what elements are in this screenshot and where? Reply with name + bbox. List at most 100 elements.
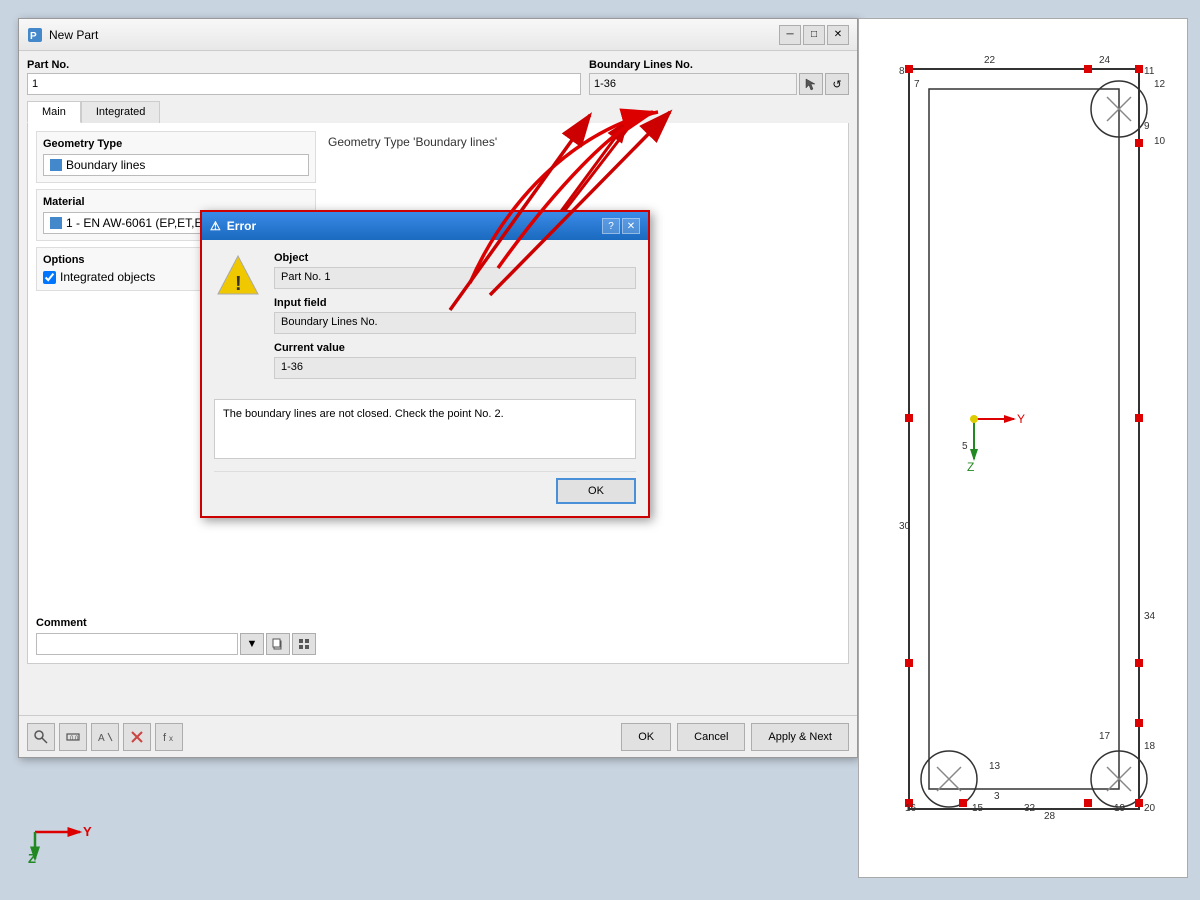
tab-main[interactable]: Main [27,101,81,123]
dialog-title: New Part [49,28,98,42]
copy-icon [272,638,284,650]
material-color [50,217,62,229]
error-ok-button[interactable]: OK [556,478,636,504]
svg-text:P: P [30,31,37,42]
close-button[interactable]: ✕ [827,25,849,45]
object-value: Part No. 1 [274,267,636,289]
geometry-type-title: Geometry Type [43,138,309,150]
svg-text:18: 18 [1144,741,1156,752]
titlebar-left: P New Part [27,27,98,43]
svg-text:19: 19 [1114,803,1126,814]
tab-integrated[interactable]: Integrated [81,101,161,123]
error-fields: Object Part No. 1 Input field Boundary L… [274,252,636,387]
search-icon [33,729,49,745]
svg-text:20: 20 [1144,803,1156,814]
svg-text:8: 8 [899,66,905,77]
bottom-axis: Y Z [20,797,100,870]
maximize-button[interactable]: □ [803,25,825,45]
svg-text:!: ! [235,273,242,295]
apply-next-button[interactable]: Apply & Next [751,723,849,751]
error-titlebar: ⚠ Error ? ✕ [202,212,648,240]
error-body: ! Object Part No. 1 Input field Boundary… [202,240,648,516]
cancel-button[interactable]: Cancel [677,723,745,751]
top-fields: Part No. Boundary Lines No. ↺ [27,59,849,95]
geometry-type-value: Boundary lines [43,154,309,176]
boundary-input-row: ↺ [589,73,849,95]
titlebar-controls: ─ □ ✕ [779,25,849,45]
geometry-type-section: Geometry Type Boundary lines [36,131,316,183]
boundary-label: Boundary Lines No. [589,59,849,71]
part-no-label: Part No. [27,59,581,71]
svg-text:15: 15 [972,803,984,814]
svg-text:9: 9 [1144,121,1150,132]
error-help-btn[interactable]: ? [602,218,620,234]
delete-toolbar-btn[interactable] [123,723,151,751]
dimension-toolbar-btn[interactable]: A [91,723,119,751]
svg-text:Z: Z [967,460,974,474]
part-no-input[interactable] [27,73,581,95]
svg-text:11: 11 [1144,66,1155,77]
measure-toolbar-btn[interactable]: 0.0 [59,723,87,751]
bottom-toolbar: 0.0 A f x [19,715,857,757]
boundary-input[interactable] [589,73,797,95]
boundary-section: Boundary Lines No. ↺ [589,59,849,95]
search-toolbar-btn[interactable] [27,723,55,751]
geometry-type-display: Geometry Type 'Boundary lines' [324,131,840,153]
error-message: The boundary lines are not closed. Check… [214,399,636,459]
part-no-section: Part No. [27,59,581,95]
comment-input-row: ▼ [36,633,316,655]
grid-icon [298,638,310,650]
axis-indicator: Y Z [20,797,100,867]
error-icon: ⚠ [210,219,221,233]
delete-icon [129,729,145,745]
svg-text:Y: Y [83,824,92,839]
geometry-type-color [50,159,62,171]
svg-text:32: 32 [1024,803,1036,814]
tabs-row: Main Integrated [27,101,849,123]
comment-grid-btn[interactable] [292,633,316,655]
comment-dropdown-btn[interactable]: ▼ [240,633,264,655]
comment-title: Comment [36,617,316,629]
svg-text:0.0: 0.0 [70,736,79,742]
integrated-checkbox[interactable] [43,271,56,284]
error-close-btn[interactable]: ✕ [622,218,640,234]
svg-text:10: 10 [1154,136,1166,147]
svg-text:Z: Z [28,851,36,866]
error-title-controls: ? ✕ [602,218,640,234]
current-value-label: Current value [274,342,636,354]
error-title-left: ⚠ Error [210,219,256,233]
svg-text:30: 30 [899,521,911,532]
boundary-reset-btn[interactable]: ↺ [825,73,849,95]
svg-text:28: 28 [1044,811,1056,822]
integrated-label: Integrated objects [60,270,155,284]
warning-triangle-icon: ! [214,252,262,300]
error-header: ! Object Part No. 1 Input field Boundary… [214,252,636,387]
ok-button[interactable]: OK [621,723,671,751]
error-title-text: Error [227,219,256,233]
svg-text:f: f [163,732,167,744]
function-icon: f x [161,729,177,745]
cad-drawing: // We'll draw grid in the SVG directly [859,19,1188,878]
svg-text:22: 22 [984,55,996,66]
function-toolbar-btn[interactable]: f x [155,723,183,751]
measure-icon: 0.0 [65,729,81,745]
comment-field[interactable] [36,633,238,655]
cursor-icon [804,77,818,91]
error-footer: OK [214,471,636,504]
dimension-icon: A [97,729,113,745]
svg-text:24: 24 [1099,55,1111,66]
material-title: Material [43,196,309,208]
svg-text:A: A [98,733,105,744]
svg-text:34: 34 [1144,611,1156,622]
minimize-button[interactable]: ─ [779,25,801,45]
svg-text:12: 12 [1154,79,1166,90]
boundary-select-btn[interactable] [799,73,823,95]
app-icon: P [27,27,43,43]
svg-text:Y: Y [1017,412,1025,426]
current-value: 1-36 [274,357,636,379]
comment-copy-btn[interactable] [266,633,290,655]
main-dialog-titlebar: P New Part ─ □ ✕ [19,19,857,51]
svg-text:17: 17 [1099,731,1111,742]
svg-text:5: 5 [962,441,968,452]
svg-text:13: 13 [989,761,1001,772]
